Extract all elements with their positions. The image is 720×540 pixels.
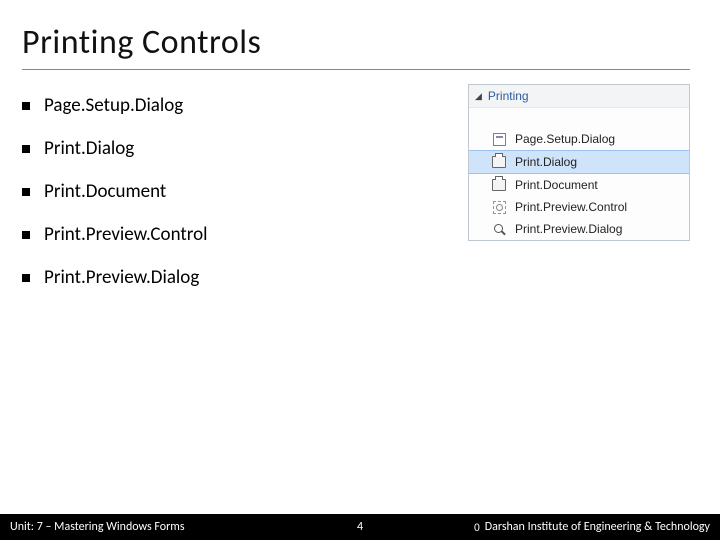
- bullet-text: Print.Preview.Control: [44, 223, 207, 246]
- bullet-text: Print.Preview.Dialog: [44, 266, 199, 289]
- bullet-item: Print.Preview.Dialog: [22, 266, 450, 289]
- bullet-text: Print.Document: [44, 180, 166, 203]
- footer-institute-prefix: 0: [474, 521, 479, 534]
- bullet-item: Print.Preview.Control: [22, 223, 450, 246]
- bullet-item: Print.Document: [22, 180, 450, 203]
- bullet-icon: [22, 274, 30, 282]
- footer-unit: Unit: 7 – Mastering Windows Forms: [10, 520, 340, 534]
- print-icon: [491, 177, 507, 193]
- toolbox-item-printdocument[interactable]: Print.Document: [469, 174, 689, 196]
- toolbox-item-label: Page.Setup.Dialog: [515, 132, 615, 146]
- toolbox-panel: ◢ Printing Page.Setup.Dialog Print.Dialo…: [468, 84, 690, 241]
- toolbox-item-printpreviewcontrol[interactable]: Print.Preview.Control: [469, 196, 689, 218]
- bullet-item: Print.Dialog: [22, 137, 450, 160]
- toolbox-pointer-row[interactable]: [469, 108, 689, 128]
- toolbox-item-printpreviewdialog[interactable]: Print.Preview.Dialog: [469, 218, 689, 240]
- preview-icon: [491, 199, 507, 215]
- bullet-icon: [22, 188, 30, 196]
- bullet-text: Print.Dialog: [44, 137, 134, 160]
- collapse-triangle-icon: ◢: [475, 91, 482, 102]
- slide-title: Printing Controls: [22, 22, 690, 70]
- toolbox-item-label: Print.Preview.Control: [515, 200, 627, 214]
- bullet-item: Page.Setup.Dialog: [22, 94, 450, 117]
- print-icon: [491, 154, 507, 170]
- footer-institute: 0 Darshan Institute of Engineering & Tec…: [380, 520, 710, 534]
- toolbox-item-printdialog[interactable]: Print.Dialog: [469, 150, 689, 174]
- toolbox-category: Printing: [488, 89, 529, 103]
- bullet-text: Page.Setup.Dialog: [44, 94, 183, 117]
- toolbox-header[interactable]: ◢ Printing: [469, 85, 689, 108]
- bullet-icon: [22, 102, 30, 110]
- toolbox-item-label: Print.Dialog: [515, 155, 577, 169]
- toolbox-item-pagesetupdialog[interactable]: Page.Setup.Dialog: [469, 128, 689, 150]
- footer-bar: Unit: 7 – Mastering Windows Forms 4 0 Da…: [0, 514, 720, 540]
- bullet-icon: [22, 231, 30, 239]
- content-row: Page.Setup.Dialog Print.Dialog Print.Doc…: [22, 88, 690, 309]
- pagesetup-icon: [491, 131, 507, 147]
- footer-page-number: 4: [340, 520, 380, 534]
- slide: Printing Controls Page.Setup.Dialog Prin…: [0, 0, 720, 540]
- bullet-list: Page.Setup.Dialog Print.Dialog Print.Doc…: [22, 88, 450, 309]
- bullet-icon: [22, 145, 30, 153]
- magnifier-icon: [491, 221, 507, 237]
- toolbox-item-label: Print.Document: [515, 178, 598, 192]
- toolbox-item-label: Print.Preview.Dialog: [515, 222, 622, 236]
- footer-institute-name: Darshan Institute of Engineering & Techn…: [485, 520, 710, 534]
